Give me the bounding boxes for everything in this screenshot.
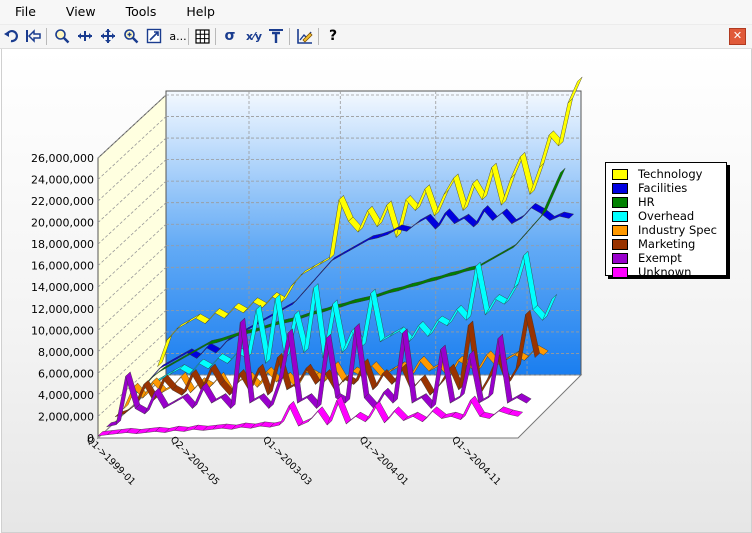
menu-view[interactable]: View — [51, 0, 111, 24]
x-tick-label: Q1->2004-01 — [357, 434, 410, 487]
y-tick-label: 18,000,000 — [31, 238, 94, 251]
move-horizontal-icon[interactable] — [76, 27, 94, 45]
help-icon[interactable]: ? — [324, 27, 342, 45]
zoom-icon[interactable] — [53, 27, 71, 45]
legend-item: Facilities — [612, 181, 687, 195]
legend-swatch — [612, 210, 628, 222]
y-tick-label: 14,000,000 — [31, 281, 94, 294]
legend-swatch — [612, 168, 628, 180]
menu-help[interactable]: Help — [171, 0, 230, 24]
legend-swatch — [612, 238, 628, 250]
legend-item: Exempt — [612, 251, 682, 265]
x-tick-label: Q1->2003-03 — [260, 434, 313, 487]
legend-label: Unknown — [638, 265, 692, 279]
y-tick-label: 24,000,000 — [31, 174, 94, 187]
menu-file[interactable]: File — [0, 0, 51, 24]
menu-tools[interactable]: Tools — [111, 0, 172, 24]
chart-edit-icon[interactable] — [296, 27, 314, 45]
chart-area: 0 2,000,000 4,000,000 6,000,000 8,000,000 10,… — [1, 49, 752, 533]
legend-label: Facilities — [638, 181, 688, 195]
legend-label: Exempt — [638, 251, 682, 265]
legend-swatch — [612, 266, 628, 278]
y-tick-label: 12,000,000 — [31, 303, 94, 316]
xy-icon[interactable]: x⁄y — [244, 27, 264, 45]
y-tick-label: 6,000,000 — [38, 367, 94, 380]
legend-swatch — [612, 196, 628, 208]
move-icon[interactable] — [99, 27, 117, 45]
chart-plot: 02,000,0004,000,0006,000,0008,000,00010,… — [31, 76, 583, 488]
toolbar: a... σ x⁄y ? ✕ — [0, 25, 752, 49]
y-tick-label: 10,000,000 — [31, 324, 94, 337]
legend-label: Overhead — [638, 209, 695, 223]
y-tick-label: 22,000,000 — [31, 195, 94, 208]
export-icon[interactable] — [145, 27, 163, 45]
legend-item: Technology — [612, 167, 702, 181]
legend-label: Marketing — [638, 237, 696, 251]
legend-item: Industry Spec — [612, 223, 717, 237]
y-tick-label: 26,000,000 — [31, 152, 94, 165]
chart-legend: Technology Facilities HR Overhead Industry S… — [605, 162, 727, 279]
zoom-in-icon[interactable] — [122, 27, 140, 45]
y-tick-label: 20,000,000 — [31, 217, 94, 230]
grid-icon[interactable] — [193, 27, 211, 45]
y-tick-label: 4,000,000 — [38, 389, 94, 402]
undo-icon[interactable] — [2, 27, 20, 45]
close-icon[interactable]: ✕ — [729, 28, 746, 45]
sigma-icon[interactable]: σ — [221, 27, 239, 45]
legend-swatch — [612, 224, 628, 236]
label-font-button[interactable]: a... — [168, 27, 188, 45]
y-tick-label: 2,000,000 — [38, 410, 94, 423]
legend-swatch — [612, 252, 628, 264]
legend-item: Marketing — [612, 237, 695, 251]
y-tick-label: 16,000,000 — [31, 260, 94, 273]
legend-swatch — [612, 182, 628, 194]
legend-item: Overhead — [612, 209, 694, 223]
legend-item: HR — [612, 195, 655, 209]
legend-label: Technology — [638, 167, 703, 181]
legend-label: Industry Spec — [638, 223, 717, 237]
legend-item: Unknown — [612, 265, 691, 279]
back-icon[interactable] — [24, 27, 42, 45]
y-tick-label: 8,000,000 — [38, 346, 94, 359]
menu-bar: File View Tools Help — [0, 0, 752, 25]
x-tick-label: Q1->1999-01 — [84, 434, 137, 487]
x-tick-label: Q1->2004-11 — [449, 434, 502, 487]
text-icon[interactable] — [267, 27, 285, 45]
x-tick-label: Q2->2002-05 — [168, 434, 221, 487]
chart-canvas: 02,000,0004,000,0006,000,0008,000,00010,… — [31, 76, 583, 488]
legend-label: HR — [638, 195, 655, 209]
chart-back-wall — [165, 90, 582, 376]
